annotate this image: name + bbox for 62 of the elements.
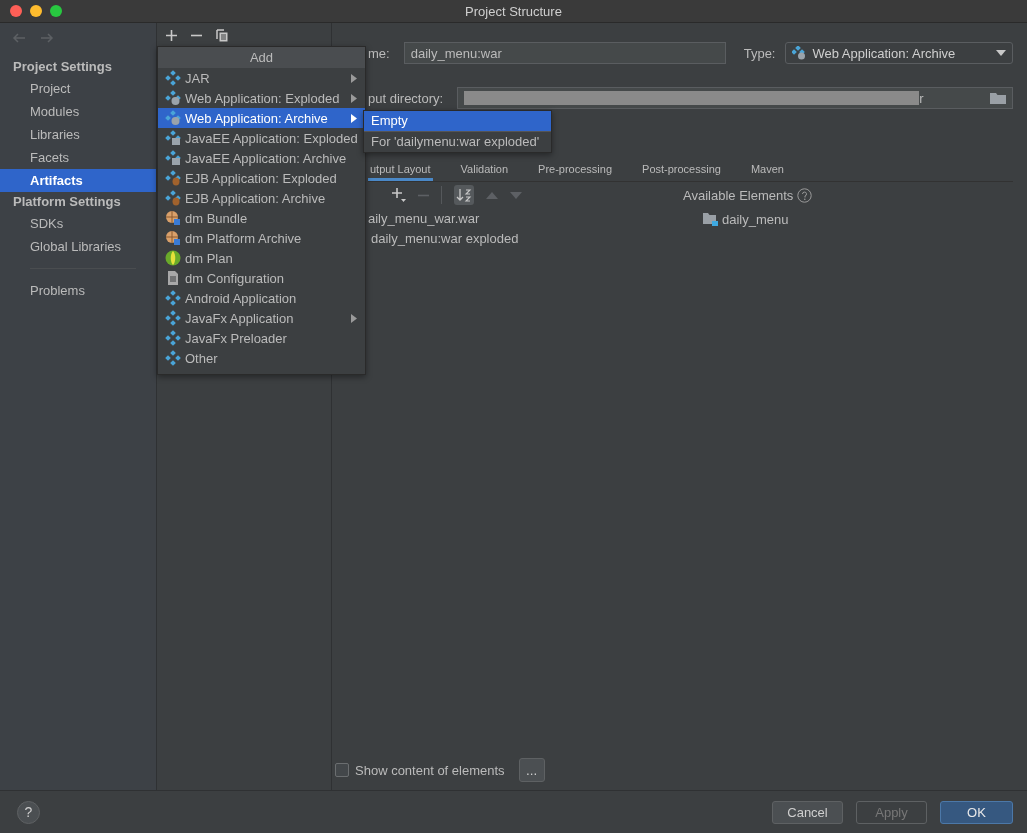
add-icon[interactable]	[392, 188, 406, 202]
sidebar-item[interactable]: Facets	[0, 146, 156, 169]
tab[interactable]: Post-processing	[640, 157, 723, 181]
tab[interactable]: Validation	[458, 157, 511, 181]
tab[interactable]: Maven	[748, 157, 786, 181]
menu-item[interactable]: JavaFx Preloader	[158, 328, 365, 348]
menu-item[interactable]: Web Application: Exploded	[158, 88, 365, 108]
menu-item[interactable]: dm Platform Archive	[158, 228, 365, 248]
minimize-icon[interactable]	[30, 5, 42, 17]
menu-item[interactable]: JavaFx Application	[158, 308, 365, 328]
checkbox[interactable]	[335, 763, 349, 777]
menu-item[interactable]: For 'dailymenu:war exploded'	[364, 132, 551, 152]
sidebar-item[interactable]: Problems	[0, 279, 156, 302]
menu-item[interactable]: dm Plan	[158, 248, 365, 268]
type-dropdown[interactable]: Web Application: Archive	[785, 42, 1013, 64]
menu-item[interactable]: Empty	[364, 111, 551, 132]
sidebar-item[interactable]: Project	[0, 77, 156, 100]
add-icon[interactable]	[166, 30, 177, 41]
menu-item[interactable]: Other	[158, 348, 365, 368]
menu-item[interactable]: EJB Application: Archive	[158, 188, 365, 208]
section-header: Project Settings	[12, 58, 112, 76]
more-button[interactable]: ...	[518, 758, 545, 782]
menu-item[interactable]: Web Application: Archive	[158, 108, 365, 128]
menu-item[interactable]: JAR	[158, 68, 365, 88]
help-button[interactable]: ?	[17, 800, 40, 824]
sidebar-item[interactable]: Artifacts	[0, 169, 156, 192]
sidebar-item[interactable]: Modules	[0, 100, 156, 123]
folder-icon[interactable]	[990, 92, 1006, 104]
tab[interactable]: utput Layout	[368, 157, 433, 181]
dialog-button[interactable]: Cancel	[772, 800, 843, 824]
menu-item[interactable]: JavaEE Application: Exploded	[158, 128, 365, 148]
sidebar-item[interactable]: SDKs	[0, 212, 156, 235]
tree-item[interactable]: daily_menu:war exploded	[368, 229, 683, 249]
module-folder-icon	[703, 212, 718, 226]
tree-item[interactable]: aily_menu_war.war	[368, 209, 683, 229]
menu-item[interactable]: JavaEE Application: Archive	[158, 148, 365, 168]
output-directory-field[interactable]: r	[457, 87, 1013, 109]
type-label: Type:	[743, 45, 776, 61]
sidebar-item[interactable]: Global Libraries	[0, 235, 156, 258]
sidebar-item[interactable]: Libraries	[0, 123, 156, 146]
help-icon[interactable]	[797, 187, 813, 203]
section-header: Platform Settings	[12, 193, 121, 211]
window-title: Project Structure	[465, 3, 562, 19]
menu-item[interactable]: EJB Application: Exploded	[158, 168, 365, 188]
diamond-icon	[792, 46, 807, 60]
name-field[interactable]: daily_menu:war	[403, 42, 726, 64]
copy-icon[interactable]	[216, 29, 228, 42]
tab[interactable]: Pre-processing	[536, 157, 615, 181]
menu-item[interactable]: dm Bundle	[158, 208, 365, 228]
checkbox-label: Show content of elements	[355, 762, 505, 778]
menu-title: Add	[158, 47, 365, 68]
close-icon[interactable]	[10, 5, 22, 17]
tree-item[interactable]: daily_menu	[722, 211, 789, 227]
menu-item[interactable]: dm Configuration	[158, 268, 365, 288]
zoom-icon[interactable]	[50, 5, 62, 17]
output-directory-label: put directory:	[368, 90, 444, 106]
available-elements-title: Available Elements	[683, 187, 794, 203]
ok-button[interactable]: OK	[940, 800, 1013, 824]
sort-icon[interactable]	[454, 185, 474, 205]
menu-item[interactable]: Android Application	[158, 288, 365, 308]
name-label: me:	[368, 45, 390, 61]
caret-icon	[996, 50, 1006, 56]
